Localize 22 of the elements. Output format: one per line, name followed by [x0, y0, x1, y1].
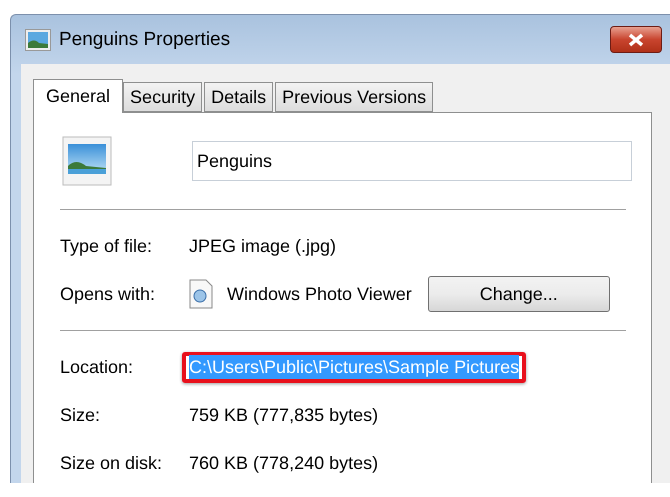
- property-value: Windows Photo Viewer: [227, 284, 412, 304]
- property-label: Size on disk:: [60, 452, 164, 474]
- property-label: Size:: [60, 404, 102, 426]
- property-label: Type of file:: [60, 236, 154, 256]
- tab[interactable]: Security: [123, 82, 202, 112]
- image-file-icon: [62, 136, 112, 186]
- tab[interactable]: Previous Versions: [275, 82, 434, 112]
- property-label: Location:: [60, 356, 134, 378]
- photo-viewer-icon: [189, 279, 213, 309]
- property-value: 760 KB (778,240 bytes): [189, 452, 378, 474]
- location-path: C:\Users\Public\Pictures\Sample Pictures: [189, 354, 520, 378]
- file-name-field[interactable]: Penguins: [192, 141, 632, 181]
- change-button[interactable]: Change...: [428, 276, 610, 312]
- property-value: JPEG image (.jpg): [189, 236, 336, 256]
- window-title: Penguins Properties: [59, 28, 232, 50]
- property-value: 759 KB (777,835 bytes): [189, 404, 378, 426]
- image-file-icon: [25, 28, 51, 50]
- tab[interactable]: General: [33, 79, 124, 113]
- close-icon: [627, 32, 645, 46]
- tab[interactable]: Details: [204, 82, 274, 112]
- property-label: Opens with:: [60, 284, 156, 304]
- close-button[interactable]: [610, 26, 662, 53]
